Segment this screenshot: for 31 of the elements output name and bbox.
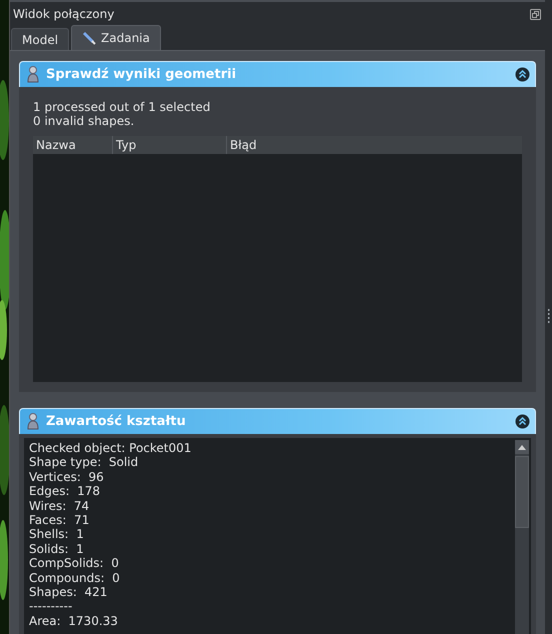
info-line: Wires: 74 [29, 498, 90, 514]
info-line: ---------- [29, 599, 74, 614]
info-line: Area: 1730.33 [29, 614, 119, 628]
panel-title: Zawartość kształtu [46, 414, 187, 429]
info-line: Shapes: 421 [29, 585, 108, 600]
splitter-handle-icon[interactable] [547, 309, 550, 325]
collapse-icon[interactable] [515, 67, 530, 82]
summary-text: 0 invalid shapes. [33, 114, 136, 128]
column-header[interactable]: Typ [113, 136, 227, 154]
collapse-icon[interactable] [515, 414, 530, 429]
scroll-up-icon[interactable] [518, 444, 526, 450]
info-line: CompSolids: 0 [29, 556, 120, 571]
info-line: Solids: 1 [29, 542, 85, 556]
info-line: Shape type: Solid [29, 455, 140, 470]
float-icon[interactable] [530, 8, 541, 20]
panel-title: Sprawdź wyniki geometrii [46, 67, 238, 82]
tab[interactable]: Model [11, 28, 70, 50]
window-title: Widok połączony [13, 7, 114, 21]
info-line: Edges: 178 [29, 484, 102, 499]
person-icon [26, 66, 40, 83]
info-line: Compounds: 0 [29, 570, 121, 586]
info-line: Checked object: Pocket001 [29, 441, 192, 456]
info-line: Faces: 71 [29, 513, 90, 528]
summary-text: 1 processed out of 1 selected [33, 100, 212, 114]
info-line: Shells: 1 [29, 527, 85, 542]
tab[interactable]: Zadania [71, 25, 161, 50]
scrollbar[interactable] [515, 440, 529, 634]
person-icon [26, 413, 40, 430]
column-header[interactable]: Nazwa [33, 136, 113, 154]
info-line: Vertices: 96 [29, 470, 105, 484]
column-header[interactable]: Błąd [227, 136, 522, 154]
